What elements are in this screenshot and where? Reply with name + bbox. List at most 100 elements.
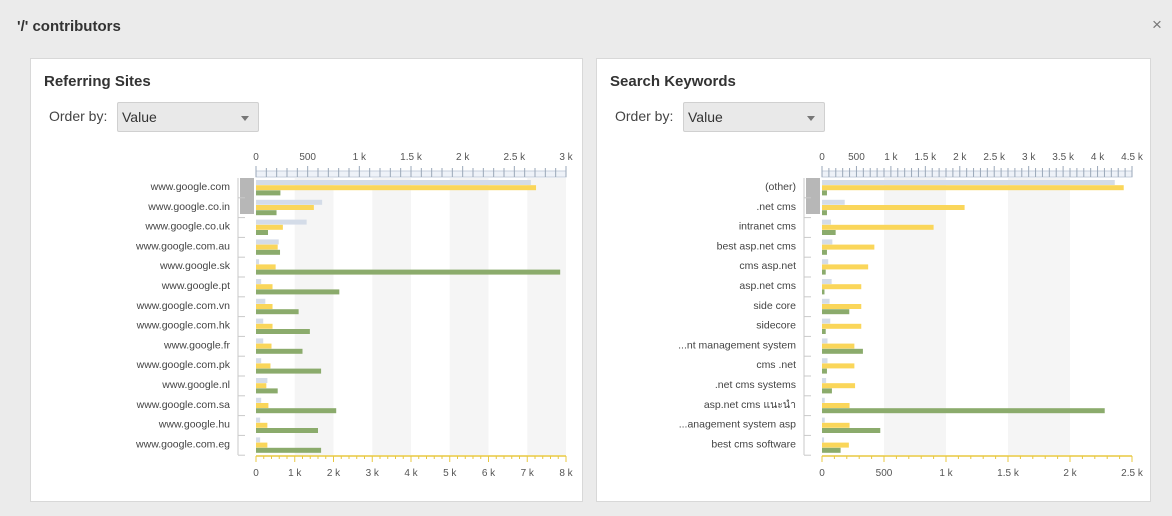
category-label: best cms software bbox=[711, 438, 796, 450]
bar-green[interactable] bbox=[256, 190, 281, 196]
bar-green[interactable] bbox=[822, 249, 827, 255]
bar-grey[interactable] bbox=[256, 417, 261, 423]
category-label: www.google.fr bbox=[163, 339, 230, 351]
bar-grey[interactable] bbox=[256, 378, 268, 383]
bar-yellow[interactable] bbox=[256, 205, 314, 210]
bar-yellow[interactable] bbox=[822, 403, 850, 408]
bar-yellow[interactable] bbox=[822, 264, 869, 270]
bar-grey[interactable] bbox=[256, 437, 261, 443]
bar-grey[interactable] bbox=[256, 180, 531, 185]
bar-grey[interactable] bbox=[256, 338, 264, 344]
bar-green[interactable] bbox=[822, 230, 836, 235]
bar-yellow[interactable] bbox=[822, 205, 965, 210]
bar-grey[interactable] bbox=[822, 358, 828, 364]
bar-green[interactable] bbox=[256, 447, 322, 453]
bar-green[interactable] bbox=[822, 309, 850, 315]
bar-grey[interactable] bbox=[822, 318, 831, 324]
bar-grey[interactable] bbox=[822, 338, 828, 344]
bar-green[interactable] bbox=[256, 249, 281, 255]
bar-yellow[interactable] bbox=[822, 343, 855, 349]
bar-yellow[interactable] bbox=[822, 383, 856, 389]
bar-green[interactable] bbox=[822, 428, 881, 433]
top-axis-tick-label: 4.5 k bbox=[1121, 152, 1144, 163]
bar-grey[interactable] bbox=[822, 199, 845, 205]
top-axis-scrollbar[interactable] bbox=[821, 170, 1133, 178]
bar-grey[interactable] bbox=[822, 219, 831, 225]
bar-green[interactable] bbox=[822, 348, 863, 354]
bar-grey[interactable] bbox=[822, 378, 827, 383]
bar-yellow[interactable] bbox=[822, 304, 862, 309]
bar-grey[interactable] bbox=[256, 298, 266, 304]
bar-green[interactable] bbox=[822, 368, 827, 374]
bar-green[interactable] bbox=[822, 190, 827, 196]
bar-yellow[interactable] bbox=[822, 244, 875, 250]
bar-green[interactable] bbox=[822, 329, 826, 334]
bar-green[interactable] bbox=[256, 329, 310, 334]
category-label: www.google.nl bbox=[161, 379, 230, 391]
bar-green[interactable] bbox=[256, 269, 561, 275]
bar-yellow[interactable] bbox=[256, 264, 276, 270]
bar-grey[interactable] bbox=[256, 358, 262, 364]
bar-grey[interactable] bbox=[256, 279, 262, 284]
bar-green[interactable] bbox=[256, 348, 303, 354]
bar-green[interactable] bbox=[822, 388, 832, 394]
bar-yellow[interactable] bbox=[256, 185, 537, 191]
bottom-axis-tick-label: 3 k bbox=[366, 468, 380, 479]
bar-green[interactable] bbox=[822, 447, 841, 453]
bar-yellow[interactable] bbox=[822, 323, 862, 329]
bar-yellow[interactable] bbox=[256, 363, 271, 369]
bar-yellow[interactable] bbox=[256, 343, 272, 349]
category-label: ...anagement system asp bbox=[679, 419, 796, 431]
bar-grey[interactable] bbox=[256, 259, 260, 265]
bar-green[interactable] bbox=[256, 289, 340, 295]
bar-green[interactable] bbox=[822, 408, 1105, 414]
bar-grey[interactable] bbox=[822, 437, 825, 443]
bar-green[interactable] bbox=[256, 230, 269, 235]
bar-yellow[interactable] bbox=[256, 284, 273, 290]
bar-grey[interactable] bbox=[256, 239, 279, 245]
bar-yellow[interactable] bbox=[256, 403, 269, 408]
category-scroll-handle[interactable] bbox=[806, 178, 820, 214]
bottom-axis-tick-label: 7 k bbox=[521, 468, 535, 479]
bar-yellow[interactable] bbox=[822, 442, 849, 448]
category-label: sidecore bbox=[756, 320, 796, 332]
bar-yellow[interactable] bbox=[256, 323, 273, 329]
bar-grey[interactable] bbox=[822, 259, 829, 265]
bar-yellow[interactable] bbox=[822, 284, 862, 290]
bar-green[interactable] bbox=[256, 428, 318, 433]
bar-yellow[interactable] bbox=[822, 363, 855, 369]
bar-yellow[interactable] bbox=[256, 304, 273, 309]
bar-grey[interactable] bbox=[256, 219, 307, 225]
bar-grey[interactable] bbox=[256, 318, 264, 324]
bar-grey[interactable] bbox=[822, 417, 825, 423]
close-button[interactable]: × bbox=[1152, 16, 1162, 33]
bar-grey[interactable] bbox=[822, 298, 830, 304]
bar-green[interactable] bbox=[822, 289, 825, 295]
bar-green[interactable] bbox=[256, 309, 299, 315]
bar-green[interactable] bbox=[256, 368, 322, 374]
top-axis-tick-label: 0 bbox=[253, 152, 259, 163]
bar-yellow[interactable] bbox=[822, 422, 850, 428]
contributors-dialog: '/' contributors × Referring Sites Order… bbox=[0, 0, 1172, 516]
bar-green[interactable] bbox=[822, 269, 826, 275]
bar-grey[interactable] bbox=[822, 397, 825, 403]
bar-yellow[interactable] bbox=[822, 224, 934, 230]
bar-yellow[interactable] bbox=[256, 224, 283, 230]
bar-yellow[interactable] bbox=[256, 244, 278, 250]
bar-grey[interactable] bbox=[256, 397, 262, 403]
bar-yellow[interactable] bbox=[822, 185, 1124, 191]
bar-yellow[interactable] bbox=[256, 422, 268, 428]
top-axis-tick-label: 2 k bbox=[953, 152, 967, 163]
bar-green[interactable] bbox=[256, 388, 278, 394]
bar-grey[interactable] bbox=[822, 239, 833, 245]
bar-grey[interactable] bbox=[822, 279, 832, 284]
bar-yellow[interactable] bbox=[256, 383, 267, 389]
bar-green[interactable] bbox=[822, 210, 827, 216]
bar-green[interactable] bbox=[256, 210, 277, 216]
bar-yellow[interactable] bbox=[256, 442, 268, 448]
bar-grey[interactable] bbox=[256, 199, 323, 205]
bar-green[interactable] bbox=[256, 408, 337, 414]
bar-grey[interactable] bbox=[822, 180, 1115, 185]
category-scroll-handle[interactable] bbox=[240, 178, 254, 214]
top-axis-tick-label: 4 k bbox=[1091, 152, 1105, 163]
